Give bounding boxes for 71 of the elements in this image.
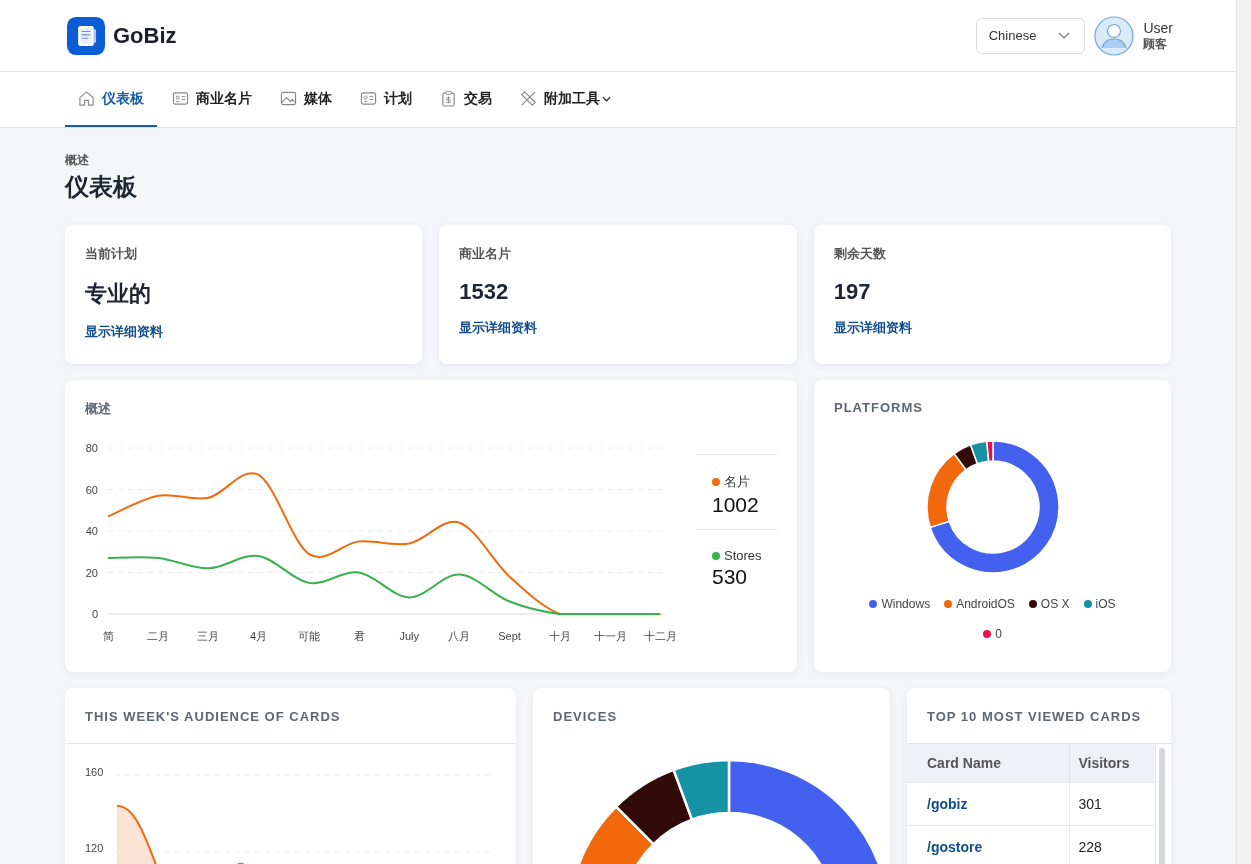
stat-label: 商业名片 [459, 245, 513, 263]
card-title: TOP 10 MOST VIEWED CARDS [927, 709, 1143, 724]
table-cell: 301 [1069, 782, 1156, 826]
language-select[interactable]: Chinese [975, 17, 1086, 54]
axis-label: 60 [85, 483, 98, 496]
clipboard-icon [440, 90, 457, 107]
logo-icon [67, 16, 105, 55]
details-link[interactable]: 显示详细资料 [833, 319, 912, 337]
nav-tab[interactable]: 附加工具 [507, 72, 624, 127]
user-role: 顾客 [1143, 35, 1169, 52]
axis-label: 0 [91, 608, 98, 620]
legend-item[interactable]: AndroidOS [944, 597, 1015, 611]
axis-label: 80 [85, 442, 98, 454]
stat-value: 1532 [459, 279, 510, 305]
nav-tab[interactable]: 仪表板 [65, 72, 157, 127]
axis-label: 十二月 [643, 630, 677, 642]
legend-item[interactable]: Windows [869, 597, 931, 611]
total-value: 530 [712, 565, 749, 589]
card-link[interactable]: /gostore [907, 825, 1070, 864]
user-name: User [1143, 19, 1173, 36]
stat-label: 剩余天数 [833, 245, 887, 263]
image-icon [280, 90, 297, 107]
nav-tab[interactable]: 计划 [347, 72, 425, 127]
chevron-down-icon [1058, 31, 1071, 40]
axis-label: 三月 [197, 630, 220, 642]
stat-label: 当前计划 [85, 245, 138, 263]
details-link[interactable]: 显示详细资料 [85, 323, 163, 341]
brand-name: GoBiz [113, 22, 177, 49]
nav-tab[interactable]: 商业名片 [159, 72, 265, 127]
axis-label: 十月 [548, 630, 571, 642]
stat-value: 专业的 [85, 280, 152, 308]
axis-label: 160 [85, 766, 104, 778]
nav-tab[interactable]: 媒体 [267, 72, 345, 127]
avatar-icon[interactable] [1094, 15, 1135, 56]
axis-label: July [399, 630, 419, 642]
column-header: Visitors [1069, 744, 1156, 783]
axis-label: 20 [85, 566, 98, 579]
axis-label: 4月 [250, 630, 268, 642]
axis-label: 君 [353, 630, 365, 642]
axis-label: 简 [102, 630, 114, 642]
card-title: DEVICES [553, 709, 619, 724]
scrollbar[interactable] [1236, 0, 1251, 864]
axis-label: 可能 [297, 630, 320, 642]
total-value: 1002 [712, 493, 760, 517]
axis-label: 十一月 [593, 630, 627, 642]
legend-item[interactable]: OS X [1028, 597, 1070, 611]
details-link[interactable]: 显示详细资料 [459, 319, 538, 337]
axis-label: 120 [85, 842, 104, 854]
card-title: PLATFORMS [834, 400, 924, 415]
card-link[interactable]: /gobiz [907, 782, 1070, 826]
card-title: THIS WEEK'S AUDIENCE OF CARDS [85, 709, 342, 724]
stat-value: 197 [833, 279, 872, 305]
column-header: Card Name [907, 744, 1070, 783]
legend-item[interactable]: 0 [983, 627, 1002, 641]
legend-label: Stores [724, 548, 762, 563]
tools-icon [520, 90, 537, 107]
scrollbar[interactable] [1159, 748, 1165, 864]
axis-label: 40 [85, 525, 98, 537]
home-icon [78, 90, 95, 107]
nav-tab[interactable]: 交易 [427, 72, 505, 127]
axis-label: 二月 [147, 630, 170, 642]
id-card-icon [360, 90, 377, 107]
id-card-icon [172, 90, 189, 107]
axis-label: 八月 [448, 630, 471, 642]
legend-item[interactable]: iOS [1083, 597, 1116, 611]
card-title: 概述 [85, 400, 112, 418]
page-title: 仪表板 [65, 172, 138, 202]
axis-label: Sept [498, 630, 521, 642]
table-cell: 228 [1069, 825, 1156, 864]
page-subtitle: 概述 [65, 152, 90, 169]
legend-label: 名片 [724, 473, 750, 491]
